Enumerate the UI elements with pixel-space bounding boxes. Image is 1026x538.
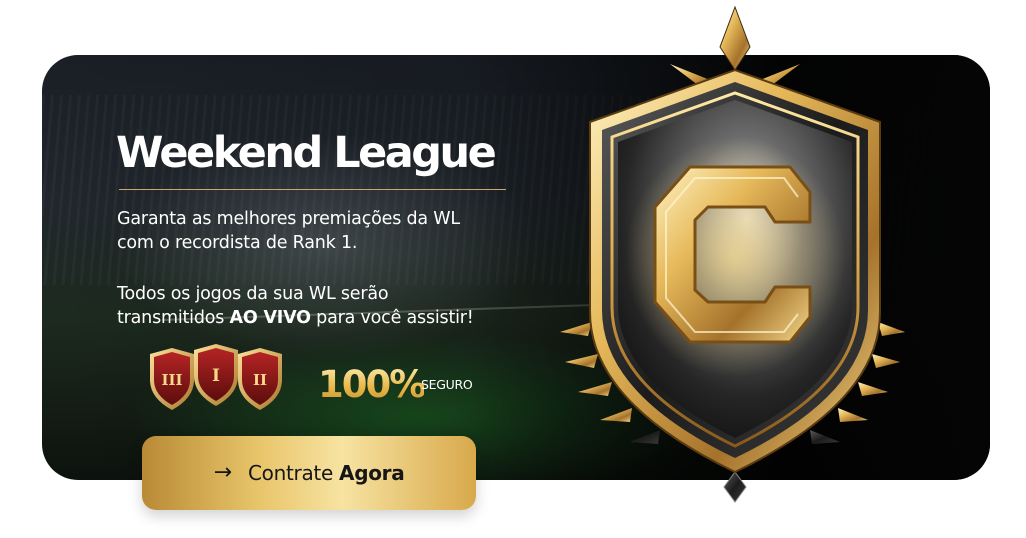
description-line-2: com o recordista de Rank 1.	[117, 233, 358, 253]
title-divider	[119, 189, 506, 190]
security-label: SEGURO	[421, 377, 473, 392]
banner-description: Garanta as melhores premiações da WL com…	[117, 207, 460, 255]
gold-shield-emblem-icon	[560, 2, 910, 503]
rank-badge-icon: II	[234, 346, 286, 412]
cta-label: Contrate Agora	[248, 461, 405, 485]
rank-badges: III I II	[146, 344, 286, 416]
live-prefix: transmitidos	[117, 308, 230, 328]
arrow-right-icon: →	[213, 460, 232, 485]
live-description: Todos os jogos da sua WL serão transmiti…	[117, 282, 474, 330]
badge-numeral: III	[161, 371, 182, 389]
live-suffix: para você assistir!	[310, 308, 474, 328]
live-line-2: transmitidos AO VIVO para você assistir!	[117, 306, 474, 330]
badge-numeral: II	[253, 371, 267, 389]
banner-title: Weekend League	[116, 128, 497, 178]
cta-label-bold: Agora	[339, 461, 405, 485]
badge-numeral: I	[212, 366, 220, 386]
live-line-1: Todos os jogos da sua WL serão	[117, 284, 389, 304]
cta-label-regular: Contrate	[248, 461, 333, 485]
description-line-1: Garanta as melhores premiações da WL	[117, 209, 460, 229]
security-percent: 100%	[318, 363, 426, 406]
contract-now-button[interactable]: → Contrate Agora	[142, 436, 476, 510]
live-emphasis: AO VIVO	[229, 308, 311, 328]
